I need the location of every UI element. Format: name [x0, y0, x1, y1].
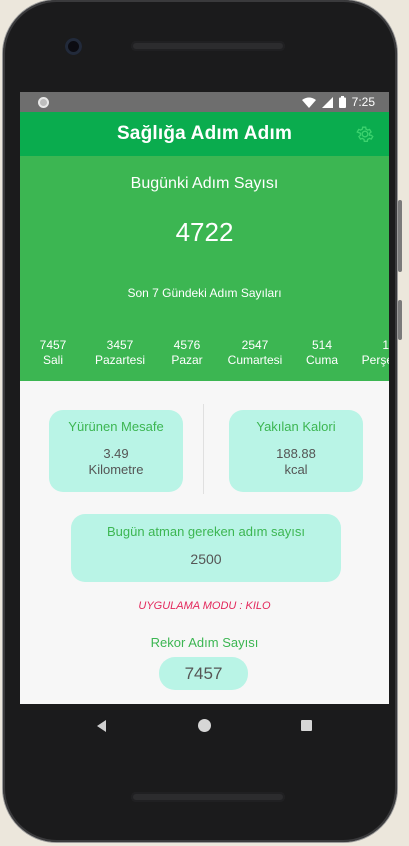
day-steps: 7457	[39, 338, 67, 352]
weekly-steps-list[interactable]: 7457 Sali 3457 Pazartesi 4576 Pazar 2547…	[20, 338, 389, 372]
status-icons: 7:25	[301, 95, 375, 109]
daily-goal-value: 2500	[190, 551, 222, 567]
bottom-speaker	[131, 792, 285, 802]
record-steps-value: 7457	[159, 657, 248, 690]
day-steps: 2547	[241, 338, 269, 352]
recent-apps-icon[interactable]	[301, 720, 312, 731]
distance-unit: Kilometre	[88, 462, 144, 477]
status-bar: 7:25	[20, 92, 389, 112]
day-name: Cuma	[305, 353, 339, 367]
weekly-steps-label: Son 7 Gündeki Adım Sayıları	[127, 286, 282, 300]
day-name: Pazartesi	[94, 353, 146, 367]
gear-icon[interactable]	[355, 124, 375, 144]
day-steps: 514	[311, 338, 333, 352]
volume-button	[398, 200, 402, 272]
day-name: Perşembe	[361, 353, 389, 367]
card-divider	[203, 404, 204, 494]
today-steps-label: Bugünki Adım Sayısı	[130, 175, 279, 192]
today-steps-count: 4722	[175, 217, 234, 247]
today-steps-panel: Bugünki Adım Sayısı 4722 Son 7 Gündeki A…	[20, 156, 389, 381]
signal-icon	[321, 96, 333, 108]
earpiece-speaker	[131, 41, 285, 51]
daily-goal-title: Bugün atman gereken adım sayısı	[106, 524, 305, 539]
day-steps: 3457	[106, 338, 134, 352]
system-nav-bar	[20, 704, 389, 746]
power-button	[398, 300, 402, 340]
calories-value: 188.88	[276, 446, 316, 461]
app-mode-text: UYGULAMA MODU : KILO	[138, 600, 271, 612]
day-steps: 4576	[173, 338, 201, 352]
app-title: Sağlığa Adım Adım	[116, 123, 293, 144]
calories-card: Yakılan Kalori 188.88 kcal	[229, 410, 363, 492]
front-camera	[65, 38, 82, 55]
day-name: Pazar	[171, 353, 203, 367]
battery-icon	[338, 96, 346, 108]
calories-title: Yakılan Kalori	[256, 419, 336, 434]
day-name: Sali	[42, 353, 64, 367]
day-item: 3457 Pazartesi	[95, 338, 145, 368]
day-item: 514 Cuma	[306, 338, 338, 368]
back-icon[interactable]	[97, 720, 106, 732]
day-item: 14 Perşembe	[362, 338, 389, 368]
notification-dot-icon	[38, 96, 49, 108]
daily-goal-card: Bugün atman gereken adım sayısı 2500	[71, 514, 341, 582]
home-icon[interactable]	[198, 719, 211, 732]
calories-unit: kcal	[284, 462, 308, 477]
wifi-icon	[301, 97, 316, 108]
distance-card: Yürünen Mesafe 3.49 Kilometre	[49, 410, 183, 492]
status-time: 7:25	[351, 95, 375, 109]
day-item: 4576 Pazar	[171, 338, 202, 368]
day-item: 7457 Sali	[40, 338, 67, 368]
day-item: 2547 Cumartesi	[228, 338, 283, 368]
distance-value: 3.49	[103, 446, 129, 461]
day-steps: 14	[382, 338, 389, 352]
day-name: Cumartesi	[227, 353, 283, 367]
record-steps-label: Rekor Adım Sayısı	[150, 635, 259, 650]
app-bar: Sağlığa Adım Adım	[20, 112, 389, 156]
app-screen: 7:25 Sağlığa Adım Adım Bugünki Adım Sayı…	[20, 92, 389, 704]
distance-title: Yürünen Mesafe	[68, 419, 164, 434]
